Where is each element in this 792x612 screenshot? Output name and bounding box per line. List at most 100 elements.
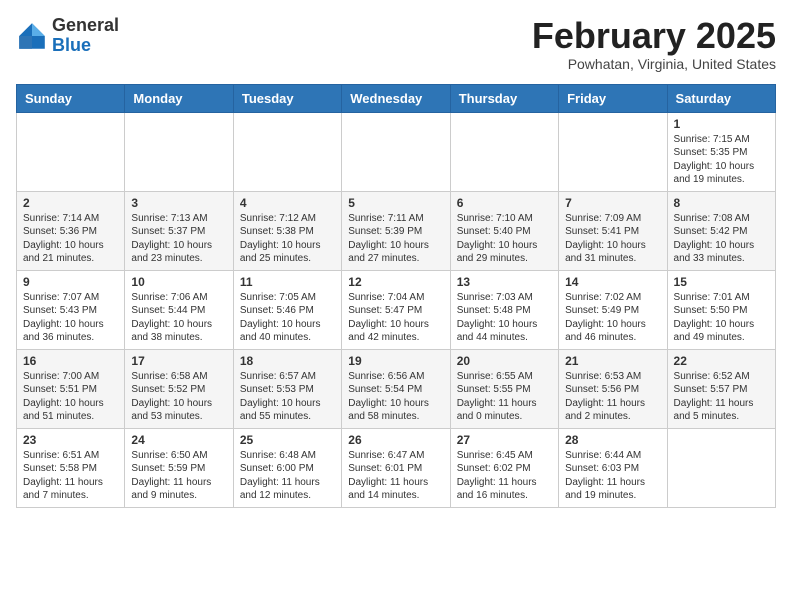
day-info: Sunrise: 7:05 AMSunset: 5:46 PMDaylight:… (240, 291, 335, 345)
weekday-header-tuesday: Tuesday (233, 84, 341, 112)
day-number: 25 (240, 433, 335, 447)
calendar-cell: 19 Sunrise: 6:56 AMSunset: 5:54 PMDayligh… (342, 349, 450, 428)
week-row-2: 2Sunrise: 7:14 AMSunset: 5:36 PMDaylight… (17, 191, 776, 270)
week-row-1: 1 Sunrise: 7:15 AMSunset: 5:35 PMDaylight… (17, 112, 776, 191)
day-number: 26 (348, 433, 443, 447)
calendar-cell: 27 Sunrise: 6:45 AMSunset: 6:02 PMDayligh… (450, 428, 558, 507)
calendar-cell: 6 Sunrise: 7:10 AMSunset: 5:40 PMDaylight… (450, 191, 558, 270)
day-info: Sunrise: 7:14 AMSunset: 5:36 PMDaylight:… (23, 212, 118, 266)
calendar-cell: 23Sunrise: 6:51 AMSunset: 5:58 PMDayligh… (17, 428, 125, 507)
day-info: Sunrise: 6:48 AMSunset: 6:00 PMDaylight:… (240, 449, 335, 503)
calendar: SundayMondayTuesdayWednesdayThursdayFrid… (16, 84, 776, 508)
location: Powhatan, Virginia, United States (532, 56, 776, 72)
day-number: 19 (348, 354, 443, 368)
day-info: Sunrise: 6:57 AMSunset: 5:53 PMDaylight:… (240, 370, 335, 424)
day-info: Sunrise: 7:11 AMSunset: 5:39 PMDaylight:… (348, 212, 443, 266)
calendar-cell: 9 Sunrise: 7:07 AMSunset: 5:43 PMDaylight… (17, 270, 125, 349)
day-info: Sunrise: 7:15 AMSunset: 5:35 PMDaylight:… (674, 133, 769, 187)
day-info: Sunrise: 7:02 AMSunset: 5:49 PMDaylight:… (565, 291, 660, 345)
calendar-cell: 16 Sunrise: 7:00 AMSunset: 5:51 PMDayligh… (17, 349, 125, 428)
day-number: 4 (240, 196, 335, 210)
day-info: Sunrise: 6:52 AMSunset: 5:57 PMDaylight:… (674, 370, 769, 424)
calendar-cell: 1 Sunrise: 7:15 AMSunset: 5:35 PMDaylight… (667, 112, 775, 191)
day-number: 21 (565, 354, 660, 368)
day-number: 24 (131, 433, 226, 447)
day-info: Sunrise: 7:03 AMSunset: 5:48 PMDaylight:… (457, 291, 552, 345)
calendar-cell: 17Sunrise: 6:58 AMSunset: 5:52 PMDayligh… (125, 349, 233, 428)
day-info: Sunrise: 7:13 AMSunset: 5:37 PMDaylight:… (131, 212, 226, 266)
calendar-cell: 12 Sunrise: 7:04 AMSunset: 5:47 PMDayligh… (342, 270, 450, 349)
calendar-cell (125, 112, 233, 191)
weekday-header-row: SundayMondayTuesdayWednesdayThursdayFrid… (17, 84, 776, 112)
calendar-cell: 22 Sunrise: 6:52 AMSunset: 5:57 PMDayligh… (667, 349, 775, 428)
day-number: 6 (457, 196, 552, 210)
day-info: Sunrise: 7:00 AMSunset: 5:51 PMDaylight:… (23, 370, 118, 424)
day-info: Sunrise: 7:04 AMSunset: 5:47 PMDaylight:… (348, 291, 443, 345)
day-info: Sunrise: 6:56 AMSunset: 5:54 PMDaylight:… (348, 370, 443, 424)
day-info: Sunrise: 6:51 AMSunset: 5:58 PMDaylight:… (23, 449, 118, 503)
calendar-cell: 14 Sunrise: 7:02 AMSunset: 5:49 PMDayligh… (559, 270, 667, 349)
calendar-cell: 15 Sunrise: 7:01 AMSunset: 5:50 PMDayligh… (667, 270, 775, 349)
calendar-cell: 18 Sunrise: 6:57 AMSunset: 5:53 PMDayligh… (233, 349, 341, 428)
calendar-cell (559, 112, 667, 191)
calendar-cell: 3 Sunrise: 7:13 AMSunset: 5:37 PMDaylight… (125, 191, 233, 270)
day-info: Sunrise: 6:47 AMSunset: 6:01 PMDaylight:… (348, 449, 443, 503)
month-title: February 2025 (532, 16, 776, 56)
day-info: Sunrise: 7:01 AMSunset: 5:50 PMDaylight:… (674, 291, 769, 345)
day-info: Sunrise: 6:45 AMSunset: 6:02 PMDaylight:… (457, 449, 552, 503)
day-info: Sunrise: 6:44 AMSunset: 6:03 PMDaylight:… (565, 449, 660, 503)
calendar-cell: 7 Sunrise: 7:09 AMSunset: 5:41 PMDaylight… (559, 191, 667, 270)
week-row-4: 16 Sunrise: 7:00 AMSunset: 5:51 PMDayligh… (17, 349, 776, 428)
page-header: General Blue February 2025 Powhatan, Vir… (16, 16, 776, 72)
day-info: Sunrise: 6:55 AMSunset: 5:55 PMDaylight:… (457, 370, 552, 424)
logo-icon (16, 20, 48, 52)
calendar-cell (450, 112, 558, 191)
week-row-5: 23Sunrise: 6:51 AMSunset: 5:58 PMDayligh… (17, 428, 776, 507)
weekday-header-sunday: Sunday (17, 84, 125, 112)
day-number: 12 (348, 275, 443, 289)
day-info: Sunrise: 7:06 AMSunset: 5:44 PMDaylight:… (131, 291, 226, 345)
week-row-3: 9 Sunrise: 7:07 AMSunset: 5:43 PMDaylight… (17, 270, 776, 349)
day-number: 14 (565, 275, 660, 289)
day-info: Sunrise: 7:10 AMSunset: 5:40 PMDaylight:… (457, 212, 552, 266)
day-number: 11 (240, 275, 335, 289)
day-number: 3 (131, 196, 226, 210)
day-info: Sunrise: 7:07 AMSunset: 5:43 PMDaylight:… (23, 291, 118, 345)
day-info: Sunrise: 6:58 AMSunset: 5:52 PMDaylight:… (131, 370, 226, 424)
title-block: February 2025 Powhatan, Virginia, United… (532, 16, 776, 72)
day-info: Sunrise: 7:08 AMSunset: 5:42 PMDaylight:… (674, 212, 769, 266)
day-info: Sunrise: 7:12 AMSunset: 5:38 PMDaylight:… (240, 212, 335, 266)
calendar-cell (342, 112, 450, 191)
calendar-cell (233, 112, 341, 191)
logo: General Blue (16, 16, 119, 56)
calendar-cell: 13Sunrise: 7:03 AMSunset: 5:48 PMDayligh… (450, 270, 558, 349)
day-number: 28 (565, 433, 660, 447)
calendar-cell (17, 112, 125, 191)
day-info: Sunrise: 6:53 AMSunset: 5:56 PMDaylight:… (565, 370, 660, 424)
day-number: 5 (348, 196, 443, 210)
weekday-header-friday: Friday (559, 84, 667, 112)
day-number: 10 (131, 275, 226, 289)
day-info: Sunrise: 7:09 AMSunset: 5:41 PMDaylight:… (565, 212, 660, 266)
calendar-cell: 11 Sunrise: 7:05 AMSunset: 5:46 PMDayligh… (233, 270, 341, 349)
calendar-cell: 20Sunrise: 6:55 AMSunset: 5:55 PMDayligh… (450, 349, 558, 428)
calendar-cell: 4 Sunrise: 7:12 AMSunset: 5:38 PMDaylight… (233, 191, 341, 270)
day-number: 9 (23, 275, 118, 289)
day-number: 16 (23, 354, 118, 368)
weekday-header-thursday: Thursday (450, 84, 558, 112)
calendar-cell: 28 Sunrise: 6:44 AMSunset: 6:03 PMDayligh… (559, 428, 667, 507)
day-info: Sunrise: 6:50 AMSunset: 5:59 PMDaylight:… (131, 449, 226, 503)
calendar-cell: 5 Sunrise: 7:11 AMSunset: 5:39 PMDaylight… (342, 191, 450, 270)
day-number: 18 (240, 354, 335, 368)
day-number: 8 (674, 196, 769, 210)
weekday-header-wednesday: Wednesday (342, 84, 450, 112)
day-number: 15 (674, 275, 769, 289)
day-number: 1 (674, 117, 769, 131)
calendar-cell: 25 Sunrise: 6:48 AMSunset: 6:00 PMDayligh… (233, 428, 341, 507)
calendar-cell: 21 Sunrise: 6:53 AMSunset: 5:56 PMDayligh… (559, 349, 667, 428)
calendar-cell: 10 Sunrise: 7:06 AMSunset: 5:44 PMDayligh… (125, 270, 233, 349)
day-number: 27 (457, 433, 552, 447)
calendar-cell: 26 Sunrise: 6:47 AMSunset: 6:01 PMDayligh… (342, 428, 450, 507)
day-number: 22 (674, 354, 769, 368)
day-number: 7 (565, 196, 660, 210)
